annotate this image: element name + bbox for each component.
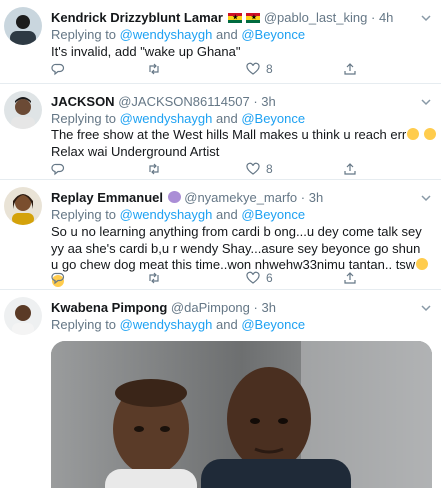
tweet-1[interactable]: Kendrick Drizzyblunt Lamar ★ ★ @pablo_la… [0, 0, 441, 84]
tweet-actions: 8 [51, 62, 391, 78]
handle[interactable]: @JACKSON86114507 [118, 94, 249, 109]
mention-link[interactable]: @Beyonce [241, 207, 305, 222]
like-count: 6 [266, 271, 273, 285]
share-icon [344, 272, 356, 284]
like-count: 8 [266, 62, 273, 76]
separator-dot: · [253, 300, 258, 315]
tweet-header: Kendrick Drizzyblunt Lamar ★ ★ @pablo_la… [51, 10, 393, 26]
replying-prefix: Replying to [51, 317, 117, 332]
share-button[interactable] [343, 162, 357, 176]
separator-dot: · [370, 10, 376, 25]
avatar[interactable] [4, 7, 42, 45]
display-name[interactable]: Replay Emmanuel [51, 190, 163, 205]
reply-button[interactable] [51, 271, 65, 285]
grinning-emoji [423, 128, 436, 140]
replying-to: Replying to @wendyshaygh and @Beyonce [51, 111, 305, 127]
grinning-emoji [407, 128, 420, 140]
mention-link[interactable]: @Beyonce [241, 317, 305, 332]
tweet-media-image[interactable] [51, 341, 432, 488]
replying-prefix: Replying to [51, 207, 117, 222]
mention-link[interactable]: @wendyshaygh [120, 317, 213, 332]
share-icon [344, 63, 356, 75]
retweet-button[interactable] [147, 271, 161, 285]
handle[interactable]: @daPimpong [171, 300, 250, 315]
timestamp[interactable]: 3h [309, 190, 323, 205]
replying-to: Replying to @wendyshaygh and @Beyonce [51, 27, 305, 43]
ghana-flag-icon: ★ [227, 13, 242, 23]
like-count: 8 [266, 162, 273, 176]
retweet-icon [149, 63, 159, 75]
timestamp[interactable]: 3h [261, 94, 275, 109]
tweet-actions: 8 [51, 162, 391, 178]
mention-link[interactable]: @wendyshaygh [120, 27, 213, 42]
mention-link[interactable]: @Beyonce [241, 111, 305, 126]
retweet-icon [149, 272, 159, 284]
devil-emoji [167, 191, 181, 203]
timestamp[interactable]: 3h [261, 300, 275, 315]
chevron-down-icon[interactable] [419, 11, 433, 25]
like-button[interactable]: 8 [246, 62, 273, 76]
chevron-down-icon[interactable] [419, 95, 433, 109]
tweet-text-line: The free show at the West hills Mall mak… [51, 127, 407, 142]
tweet-text: It's invalid, add "wake up Ghana" [51, 44, 241, 59]
replying-to: Replying to @wendyshaygh and @Beyonce [51, 317, 305, 333]
reply-button[interactable] [51, 162, 65, 176]
handle[interactable]: @pablo_last_king [264, 10, 368, 25]
share-button[interactable] [343, 62, 357, 76]
tweet-text: The free show at the West hills Mall mak… [51, 127, 436, 160]
tweet-actions: 6 [51, 271, 391, 287]
tweet-header: Replay Emmanuel @nyamekye_marfo · 3h [51, 190, 323, 206]
and-text: and [216, 27, 238, 42]
display-name[interactable]: Kwabena Pimpong [51, 300, 167, 315]
retweet-icon [149, 163, 159, 175]
avatar[interactable] [4, 91, 42, 129]
separator-dot: · [300, 190, 306, 205]
timestamp[interactable]: 4h [379, 10, 393, 25]
handle[interactable]: @nyamekye_marfo [184, 190, 297, 205]
share-button[interactable] [343, 271, 357, 285]
like-button[interactable]: 6 [246, 271, 273, 285]
tweet-text-body: So u no learning anything from cardi b o… [51, 224, 422, 272]
avatar[interactable] [4, 187, 42, 225]
mention-link[interactable]: @wendyshaygh [120, 207, 213, 222]
reply-icon [51, 272, 65, 285]
and-text: and [216, 207, 238, 222]
like-icon [246, 271, 260, 284]
retweet-button[interactable] [147, 162, 161, 176]
display-name[interactable]: JACKSON [51, 94, 115, 109]
tweet-header: JACKSON @JACKSON86114507 · 3h [51, 94, 276, 110]
like-icon [246, 162, 260, 175]
tweet-2[interactable]: JACKSON @JACKSON86114507 · 3h Replying t… [0, 84, 441, 180]
tweet-text-line: Relax wai Underground Artist [51, 143, 220, 159]
separator-dot: · [253, 94, 258, 109]
avatar[interactable] [4, 297, 42, 335]
mention-link[interactable]: @Beyonce [241, 27, 305, 42]
replying-to: Replying to @wendyshaygh and @Beyonce [51, 207, 305, 223]
ghana-flag-icon: ★ [246, 13, 261, 23]
chevron-down-icon[interactable] [419, 301, 433, 315]
and-text: and [216, 317, 238, 332]
reply-icon [51, 163, 65, 176]
and-text: and [216, 111, 238, 126]
mention-link[interactable]: @wendyshaygh [120, 111, 213, 126]
tweet-header: Kwabena Pimpong @daPimpong · 3h [51, 300, 276, 316]
reply-icon [51, 63, 65, 76]
share-icon [344, 163, 356, 175]
replying-prefix: Replying to [51, 111, 117, 126]
chevron-down-icon[interactable] [419, 191, 433, 205]
display-name[interactable]: Kendrick Drizzyblunt Lamar [51, 10, 223, 25]
unamused-emoji [416, 258, 429, 270]
like-button[interactable]: 8 [246, 162, 273, 176]
retweet-button[interactable] [147, 62, 161, 76]
replying-prefix: Replying to [51, 27, 117, 42]
reply-button[interactable] [51, 62, 65, 76]
photo-two-men [51, 341, 432, 488]
tweet-3[interactable]: Replay Emmanuel @nyamekye_marfo · 3h Rep… [0, 180, 441, 290]
like-icon [246, 62, 260, 75]
